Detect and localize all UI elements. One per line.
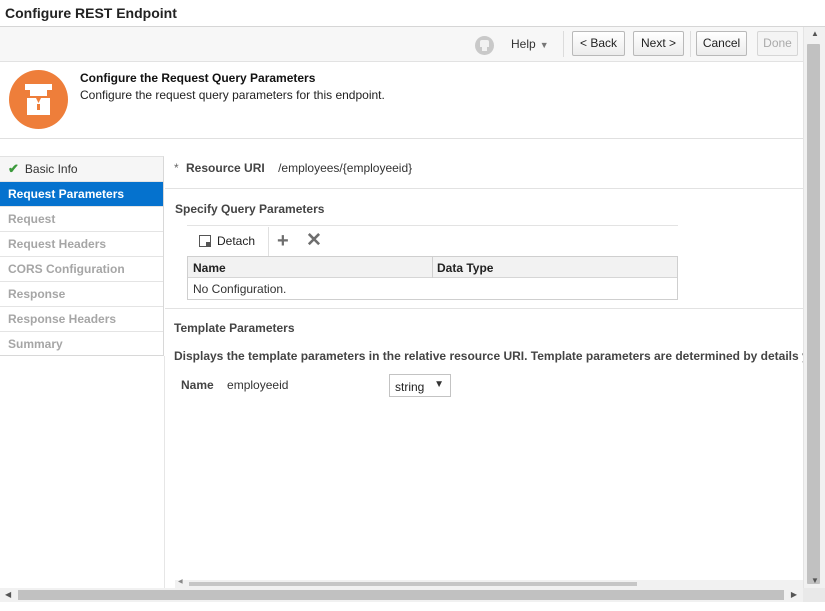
plus-icon[interactable]: + xyxy=(277,231,289,251)
resource-uri-value: /employees/{employeeid} xyxy=(278,161,413,175)
wizard-nav: ✔ Basic Info Request Parameters Request R… xyxy=(0,156,164,356)
column-header-name[interactable]: Name xyxy=(193,261,226,275)
window-title: Configure REST Endpoint xyxy=(5,5,177,21)
content-horizontal-scrollbar[interactable]: ◀ xyxy=(175,578,803,588)
next-button[interactable]: Next > xyxy=(633,31,684,56)
dropdown-arrow-icon: ▼ xyxy=(434,379,444,390)
query-params-title: Specify Query Parameters xyxy=(175,202,325,216)
table-body: No Configuration. xyxy=(188,278,677,299)
help-avatar-icon xyxy=(475,36,494,55)
template-param-row: Name employeeid xyxy=(181,378,288,392)
required-mark: * xyxy=(174,161,179,175)
scroll-up-icon[interactable]: ▲ xyxy=(811,29,819,38)
param-name-label: Name xyxy=(181,378,214,392)
scrollbar-corner xyxy=(803,588,825,602)
nav-item-response: Response xyxy=(0,282,163,307)
nav-item-cors-configuration: CORS Configuration xyxy=(0,257,163,282)
checkmark-icon: ✔ xyxy=(8,161,19,176)
help-menu-button[interactable]: Help ▼ xyxy=(511,37,549,51)
help-label: Help xyxy=(511,37,536,51)
vertical-scrollbar[interactable]: ▲ ▼ xyxy=(803,27,825,588)
scroll-left-icon[interactable]: ◀ xyxy=(178,578,183,585)
caret-down-icon: ▼ xyxy=(539,40,549,50)
toolbar-separator xyxy=(268,227,269,256)
nav-item-response-headers: Response Headers xyxy=(0,307,163,332)
param-type-value: string xyxy=(395,380,425,394)
wizard-header: Configure the Request Query Parameters C… xyxy=(0,62,803,139)
column-separator xyxy=(432,257,433,278)
scroll-down-icon[interactable]: ▼ xyxy=(811,576,819,585)
table-header: Name Data Type xyxy=(188,257,677,278)
window-titlebar: Configure REST Endpoint xyxy=(0,0,825,27)
cancel-button[interactable]: Cancel xyxy=(696,31,747,56)
scrollbar-thumb[interactable] xyxy=(807,44,820,584)
template-params-title: Template Parameters xyxy=(174,321,295,335)
detach-icon xyxy=(199,235,211,247)
nav-item-basic-info[interactable]: ✔ Basic Info xyxy=(0,157,163,182)
param-name-value: employeeid xyxy=(227,378,289,392)
detach-button[interactable]: Detach xyxy=(199,234,255,248)
scroll-right-icon[interactable]: ▶ xyxy=(791,590,797,599)
divider xyxy=(165,308,803,309)
nav-item-request: Request xyxy=(0,207,163,232)
nav-item-request-parameters[interactable]: Request Parameters xyxy=(0,182,163,207)
main-content: * Resource URI /employees/{employeeid} S… xyxy=(165,145,803,588)
back-button[interactable]: < Back xyxy=(572,31,625,56)
endpoint-user-icon xyxy=(9,70,68,129)
horizontal-scrollbar[interactable]: ◀ ▶ xyxy=(0,588,803,602)
nav-filler xyxy=(0,356,165,588)
window-bottom-edge xyxy=(0,602,825,611)
resource-uri-label: Resource URI xyxy=(186,161,265,175)
param-type-select[interactable]: string ▼ xyxy=(389,374,451,397)
resource-uri-row: * Resource URI /employees/{employeeid} xyxy=(174,161,412,175)
nav-item-request-headers: Request Headers xyxy=(0,232,163,257)
header-title: Configure the Request Query Parameters xyxy=(80,71,316,85)
done-button[interactable]: Done xyxy=(757,31,798,56)
toolbar-separator xyxy=(563,31,564,57)
header-subtitle: Configure the request query parameters f… xyxy=(80,88,385,102)
scroll-left-icon[interactable]: ◀ xyxy=(5,590,11,599)
wizard-toolbar: Help ▼ < Back Next > Cancel Done xyxy=(0,27,825,62)
x-icon[interactable]: ✕ xyxy=(306,231,322,251)
query-params-toolbar: Detach + ✕ xyxy=(187,225,678,256)
template-params-description: Displays the template parameters in the … xyxy=(174,349,803,363)
scrollbar-thumb[interactable] xyxy=(18,590,784,600)
column-header-data-type[interactable]: Data Type xyxy=(437,261,493,275)
divider xyxy=(165,188,803,189)
empty-table-text: No Configuration. xyxy=(193,282,287,296)
nav-item-summary: Summary xyxy=(8,337,63,351)
toolbar-separator xyxy=(690,31,691,57)
nav-item-label: Basic Info xyxy=(24,162,78,176)
detach-label: Detach xyxy=(217,234,256,248)
scrollbar-thumb[interactable] xyxy=(189,582,637,586)
query-params-table: Name Data Type No Configuration. xyxy=(187,256,678,300)
